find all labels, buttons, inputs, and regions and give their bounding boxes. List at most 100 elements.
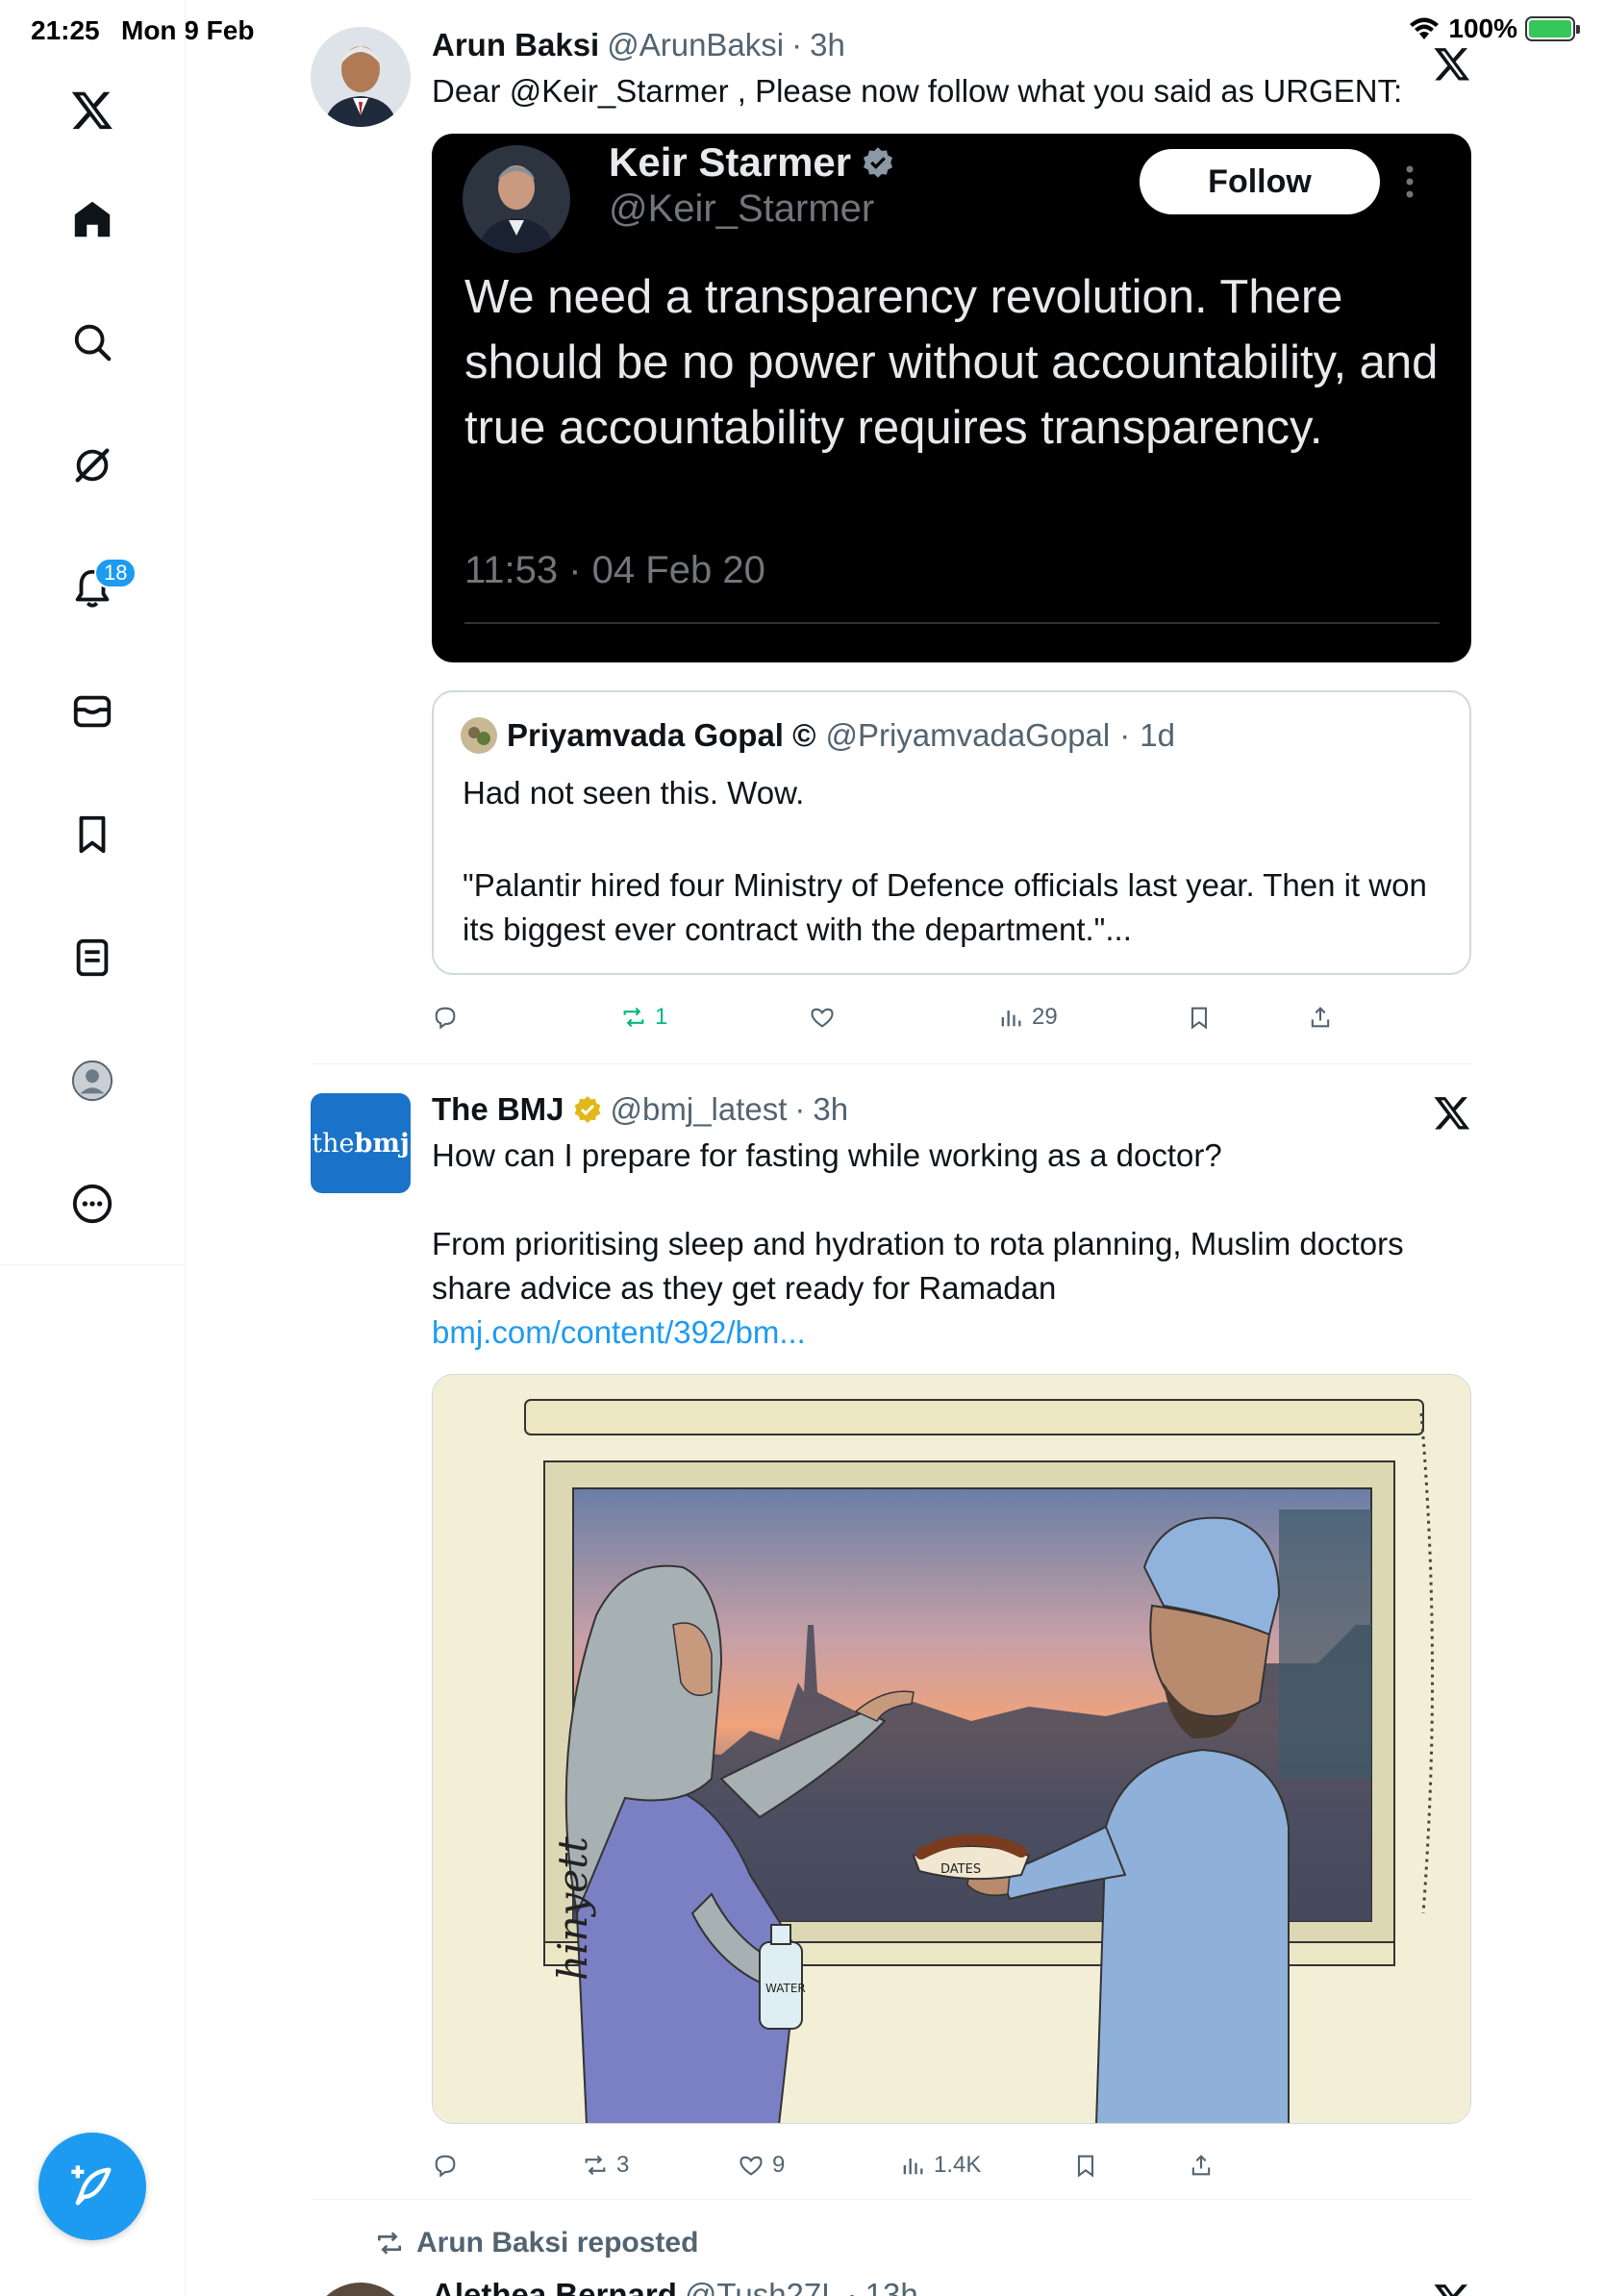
dates-label: DATES	[940, 1862, 981, 1877]
x-logo-icon	[1434, 1097, 1470, 1130]
views-icon	[1001, 1011, 1021, 1027]
tweet-actions: 3 9 1.4K	[432, 2144, 1355, 2186]
views-count: 1.4K	[934, 2152, 982, 2178]
quoted-author-name: Priyamvada Gopal ©	[507, 717, 816, 753]
sidebar: 18	[0, 0, 186, 2296]
embedded-post-text: We need a transparency revolution. There…	[464, 271, 1439, 454]
avatar-arun-baksi[interactable]	[311, 27, 411, 127]
views-icon	[903, 2159, 923, 2175]
reply-button[interactable]	[432, 2152, 459, 2179]
x-logo-icon[interactable]	[63, 81, 121, 138]
compose-feather-icon	[71, 2165, 112, 2206]
author-handle[interactable]: @ArunBaksi	[607, 27, 784, 63]
quoted-time: 1d	[1140, 717, 1175, 753]
x-logo-icon	[1434, 48, 1470, 81]
separator-dot: ·	[1119, 717, 1131, 753]
bookmarks-icon[interactable]	[63, 806, 121, 863]
tweet-text-line2: From prioritising sleep and hydration to…	[432, 1226, 1404, 1306]
views-button[interactable]: 29	[997, 1004, 1058, 1031]
heart-icon	[739, 2156, 763, 2176]
repost-icon	[585, 2155, 606, 2176]
like-button[interactable]	[809, 1004, 836, 1031]
tweet-time[interactable]: 13h	[865, 2277, 918, 2296]
tweet-time[interactable]: 3h	[810, 27, 845, 63]
avatar-keir-starmer	[463, 145, 570, 253]
share-button[interactable]	[1307, 1004, 1334, 1031]
embedded-author-handle: @Keir_Starmer	[609, 187, 875, 230]
repost-icon	[623, 1007, 644, 1028]
repost-context: Arun Baksi reposted	[374, 2227, 698, 2259]
embedded-author-name: Keir Starmer	[609, 139, 852, 185]
repost-button[interactable]: 3	[582, 2152, 629, 2179]
water-label: WATER	[765, 1982, 806, 1995]
tweet-the-bmj[interactable]: thebmj The BMJ @bmj_latest · 3h How can …	[311, 1091, 1471, 2178]
tweet-separator	[311, 1063, 1471, 1064]
embedded-post-timestamp: 11:53 · 04 Feb 20	[464, 549, 765, 591]
x-logo-icon	[1434, 2284, 1467, 2296]
tweet-text: Dear @Keir_Starmer , Please now follow w…	[432, 73, 1403, 109]
tweet-actions: 1 29	[432, 996, 1355, 1038]
views-count: 29	[1032, 1004, 1058, 1030]
bookmark-icon	[1077, 2155, 1094, 2178]
separator-dot: ·	[794, 1091, 806, 1127]
author-handle[interactable]: @bmj_latest	[611, 1091, 788, 1128]
more-options-icon	[1406, 165, 1414, 198]
messages-icon[interactable]	[63, 683, 121, 740]
bookmark-icon	[1190, 1007, 1208, 1030]
embedded-divider	[464, 622, 1440, 624]
repost-count: 3	[616, 2152, 630, 2178]
separator-dot: ·	[791, 27, 803, 62]
bookmark-button[interactable]	[1186, 1004, 1213, 1031]
timeline: Arun Baksi @ArunBaksi · 3h Dear @Keir_St…	[186, 0, 1604, 2296]
quoted-author-handle: @PriyamvadaGopal	[825, 717, 1111, 753]
bmj-logo-text: thebmj	[312, 1128, 410, 1159]
search-icon[interactable]	[63, 313, 121, 371]
author-name[interactable]: Arun Baksi	[432, 27, 599, 63]
tweet-text-line1: How can I prepare for fasting while work…	[432, 1137, 1222, 1173]
share-icon	[1311, 1007, 1330, 1028]
grok-icon[interactable]	[63, 437, 121, 494]
quoted-text-line1: Had not seen this. Wow.	[463, 775, 805, 811]
profile-avatar-icon[interactable]	[63, 1052, 121, 1110]
reply-button[interactable]	[432, 1004, 459, 1031]
tweet-link[interactable]: bmj.com/content/392/bm...	[432, 1310, 1471, 1355]
author-handle[interactable]: @Tush27L	[685, 2277, 840, 2296]
like-count: 9	[772, 2152, 786, 2178]
compose-post-button[interactable]	[38, 2133, 146, 2240]
avatar-alethea-bernard[interactable]	[311, 2283, 411, 2296]
tweet-arun-baksi[interactable]: Arun Baksi @ArunBaksi · 3h Dear @Keir_St…	[311, 27, 1471, 1061]
verified-gold-badge-icon	[574, 1096, 600, 1123]
artist-signature: hinyett	[549, 1836, 596, 1981]
tweet-time[interactable]: 3h	[813, 1091, 848, 1128]
reply-icon	[435, 1007, 456, 1030]
heart-icon	[811, 1008, 834, 1028]
notifications-badge: 18	[94, 558, 138, 588]
separator-dot: ·	[846, 2277, 858, 2296]
views-button[interactable]: 1.4K	[899, 2152, 981, 2179]
quoted-post-card[interactable]: Priyamvada Gopal © @PriyamvadaGopal · 1d…	[432, 690, 1471, 975]
share-icon	[1191, 2155, 1211, 2176]
more-icon[interactable]	[63, 1175, 121, 1233]
bookmark-button[interactable]	[1072, 2152, 1099, 2179]
embedded-follow-button: Follow	[1140, 149, 1380, 214]
sidebar-divider	[0, 1264, 186, 1265]
reply-icon	[435, 2155, 456, 2178]
home-icon[interactable]	[63, 190, 121, 248]
tweet-separator	[311, 2199, 1471, 2200]
repost-button[interactable]: 1	[620, 1004, 667, 1031]
avatar-priyamvada-gopal	[461, 717, 497, 754]
cartoon-illustration: WATER DATES hinyett	[433, 1375, 1470, 2123]
tweet-image-cartoon[interactable]: WATER DATES hinyett	[432, 1374, 1471, 2124]
avatar-the-bmj[interactable]: thebmj	[311, 1093, 411, 1193]
tweet-alethea-bernard[interactable]: Arun Baksi reposted Alethea Bernard @Tus…	[311, 2227, 1471, 2296]
author-name[interactable]: The BMJ	[432, 1091, 564, 1128]
lists-icon[interactable]	[63, 929, 121, 986]
repost-label[interactable]: Arun Baksi reposted	[416, 2227, 698, 2259]
verified-badge-icon	[864, 147, 893, 178]
share-button[interactable]	[1188, 2152, 1215, 2179]
repost-count: 1	[655, 1004, 668, 1030]
author-name[interactable]: Alethea Bernard	[432, 2277, 677, 2296]
embedded-post-image[interactable]: Keir Starmer @Keir_Starmer Follow We nee…	[432, 134, 1471, 662]
quoted-text-line2: "Palantir hired four Ministry of Defence…	[463, 867, 1427, 947]
like-button[interactable]: 9	[738, 2152, 785, 2179]
